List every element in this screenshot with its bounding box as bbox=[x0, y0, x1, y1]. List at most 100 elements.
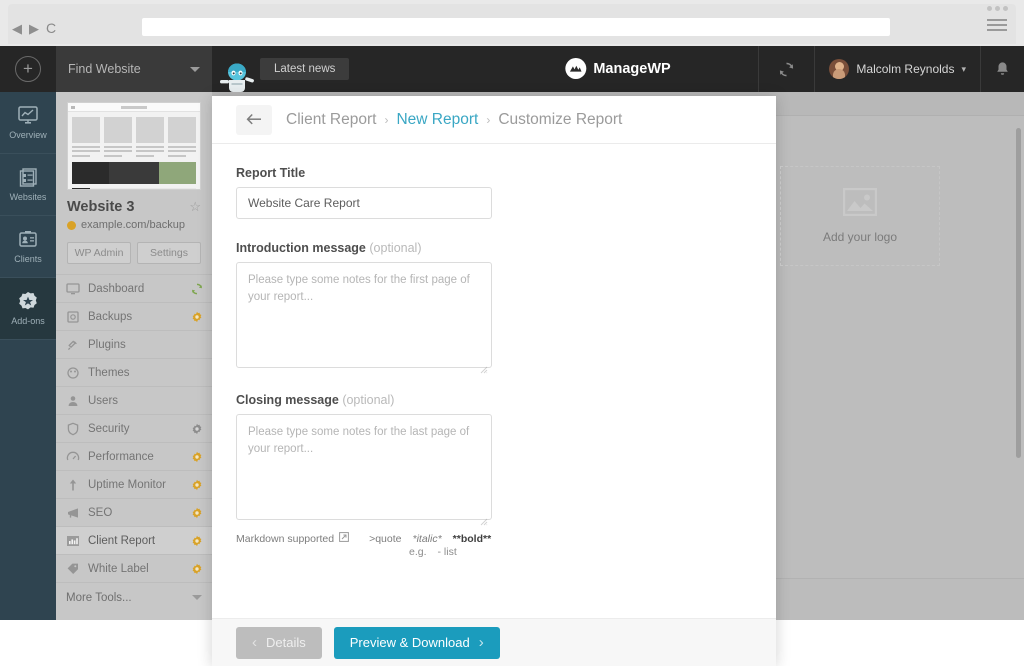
managewp-brand: ManageWP bbox=[565, 58, 671, 79]
report-title-input[interactable] bbox=[236, 187, 492, 219]
sidebar-label-themes: Themes bbox=[88, 366, 130, 379]
thumbnail-grid bbox=[68, 112, 200, 157]
backups-drive-icon bbox=[66, 310, 80, 324]
app-topbar: Latest news ManageWP Malcolm Reynolds ▾ bbox=[212, 46, 1024, 92]
user-name: Malcolm Reynolds bbox=[856, 62, 955, 76]
sync-icon[interactable] bbox=[758, 46, 814, 92]
sidebar-item-dashboard[interactable]: Dashboard bbox=[56, 274, 212, 302]
resize-grip-icon[interactable] bbox=[480, 513, 488, 526]
modal-header: Client Report › New Report › Customize R… bbox=[212, 96, 776, 144]
chevron-right-icon: › bbox=[478, 634, 484, 651]
reload-icon[interactable]: C bbox=[46, 20, 56, 36]
markdown-bold-example: **bold** bbox=[452, 532, 492, 545]
intro-message-textarea[interactable] bbox=[236, 262, 492, 368]
site-title-row: Website 3 ☆ bbox=[67, 199, 201, 215]
rail-item-clients[interactable]: Clients bbox=[0, 216, 56, 278]
sidebar-label-uptime-monitor: Uptime Monitor bbox=[88, 478, 166, 491]
markdown-examples: >quote *italic* **bold** bbox=[369, 533, 491, 545]
wp-admin-button[interactable]: WP Admin bbox=[67, 242, 131, 264]
sidebar-item-uptime-monitor[interactable]: Uptime Monitor bbox=[56, 470, 212, 498]
chevron-down-icon bbox=[190, 66, 200, 72]
external-link-icon[interactable] bbox=[339, 532, 349, 545]
security-shield-icon bbox=[66, 422, 80, 436]
gear-icon[interactable] bbox=[191, 479, 202, 491]
details-button[interactable]: ‹ Details bbox=[236, 626, 322, 659]
sync-icon[interactable] bbox=[191, 283, 203, 295]
logo-dropzone[interactable]: Add your logo bbox=[780, 166, 940, 266]
intro-message-label: Introduction message (optional) bbox=[236, 241, 492, 255]
users-person-icon bbox=[66, 394, 80, 408]
sidebar-item-themes[interactable]: Themes bbox=[56, 358, 212, 386]
sidebar-item-plugins[interactable]: Plugins bbox=[56, 330, 212, 358]
resize-grip-icon[interactable] bbox=[480, 361, 488, 374]
websites-list-icon bbox=[17, 167, 39, 188]
breadcrumb-item-customize-report[interactable]: Customize Report bbox=[498, 111, 622, 129]
more-tools-label: More Tools... bbox=[66, 591, 132, 604]
addons-star-badge-icon bbox=[17, 291, 39, 312]
rail-item-websites[interactable]: Websites bbox=[0, 154, 56, 216]
latest-news-label: Latest news bbox=[274, 63, 336, 75]
hamburger-menu-icon[interactable] bbox=[980, 19, 1014, 31]
gear-icon[interactable] bbox=[191, 451, 202, 463]
site-card: Website 3 ☆ example.com/backup WP Admin … bbox=[56, 92, 212, 264]
breadcrumb-item-new-report[interactable]: New Report bbox=[396, 111, 478, 129]
sidebar-item-seo[interactable]: SEO bbox=[56, 498, 212, 526]
markdown-supported-label: Markdown supported bbox=[236, 532, 335, 545]
uptime-arrow-icon bbox=[66, 478, 80, 492]
back-arrow-icon[interactable]: ◀ bbox=[12, 22, 22, 35]
add-website-button[interactable]: + bbox=[15, 56, 41, 82]
forward-arrow-icon[interactable]: ▶ bbox=[29, 22, 39, 35]
more-options-icon[interactable] bbox=[980, 6, 1014, 11]
sidebar-item-performance[interactable]: Performance bbox=[56, 442, 212, 470]
gear-icon[interactable] bbox=[191, 311, 202, 323]
site-url[interactable]: example.com/backup bbox=[81, 219, 185, 231]
gear-icon[interactable] bbox=[191, 535, 202, 547]
page-scrollbar[interactable] bbox=[1016, 128, 1021, 458]
breadcrumb-separator: › bbox=[384, 112, 389, 127]
markdown-list-example: - list bbox=[437, 546, 457, 558]
sidebar-item-security[interactable]: Security bbox=[56, 414, 212, 442]
customize-report-modal: Client Report › New Report › Customize R… bbox=[212, 96, 940, 666]
star-icon[interactable]: ☆ bbox=[189, 199, 201, 215]
add-website-container: + bbox=[0, 46, 56, 92]
breadcrumb-item-client-report[interactable]: Client Report bbox=[286, 111, 376, 129]
address-bar[interactable] bbox=[142, 18, 890, 36]
latest-news-pill[interactable]: Latest news bbox=[260, 58, 350, 80]
rail-item-addons[interactable]: Add-ons bbox=[0, 278, 56, 340]
site-name: Website 3 bbox=[67, 199, 135, 215]
sidebar-item-backups[interactable]: Backups bbox=[56, 302, 212, 330]
breadcrumb-separator: › bbox=[486, 112, 491, 127]
themes-brush-icon bbox=[66, 366, 80, 380]
browser-chrome: ◀ ▶ C bbox=[0, 0, 1024, 46]
sidebar-item-client-report[interactable]: Client Report bbox=[56, 526, 212, 554]
site-url-row: example.com/backup bbox=[67, 219, 201, 231]
rail-label-addons: Add-ons bbox=[11, 316, 45, 326]
more-tools-dropdown[interactable]: More Tools... bbox=[56, 582, 212, 612]
settings-button[interactable]: Settings bbox=[137, 242, 201, 264]
closing-message-optional: (optional) bbox=[342, 393, 395, 407]
details-button-label: Details bbox=[266, 635, 306, 650]
sidebar-item-white-label[interactable]: White Label bbox=[56, 554, 212, 582]
browser-chrome-right bbox=[980, 6, 1014, 31]
markdown-quote-example: >quote bbox=[369, 532, 402, 545]
find-website-dropdown[interactable]: Find Website bbox=[56, 46, 212, 92]
gear-icon[interactable] bbox=[191, 563, 202, 575]
sidebar-label-backups: Backups bbox=[88, 310, 133, 323]
markdown-eg-label: e.g. bbox=[409, 546, 427, 558]
sidebar-label-white-label: White Label bbox=[88, 562, 149, 575]
notifications-bell-icon[interactable] bbox=[980, 46, 1024, 92]
back-arrow-icon[interactable] bbox=[236, 104, 272, 135]
site-thumbnail[interactable] bbox=[67, 102, 201, 190]
gear-icon[interactable] bbox=[191, 423, 202, 435]
preview-download-label: Preview & Download bbox=[349, 635, 470, 650]
sidebar-label-client-report: Client Report bbox=[88, 534, 156, 547]
preview-download-button[interactable]: Preview & Download › bbox=[333, 626, 500, 659]
closing-message-textarea[interactable] bbox=[236, 414, 492, 520]
thumbnail-browser-bar bbox=[68, 103, 200, 112]
topbar-right: Malcolm Reynolds ▾ bbox=[758, 46, 1024, 92]
plugins-plug-icon bbox=[66, 338, 80, 352]
rail-item-overview[interactable]: Overview bbox=[0, 92, 56, 154]
user-menu[interactable]: Malcolm Reynolds ▾ bbox=[814, 46, 980, 92]
gear-icon[interactable] bbox=[191, 507, 202, 519]
sidebar-item-users[interactable]: Users bbox=[56, 386, 212, 414]
